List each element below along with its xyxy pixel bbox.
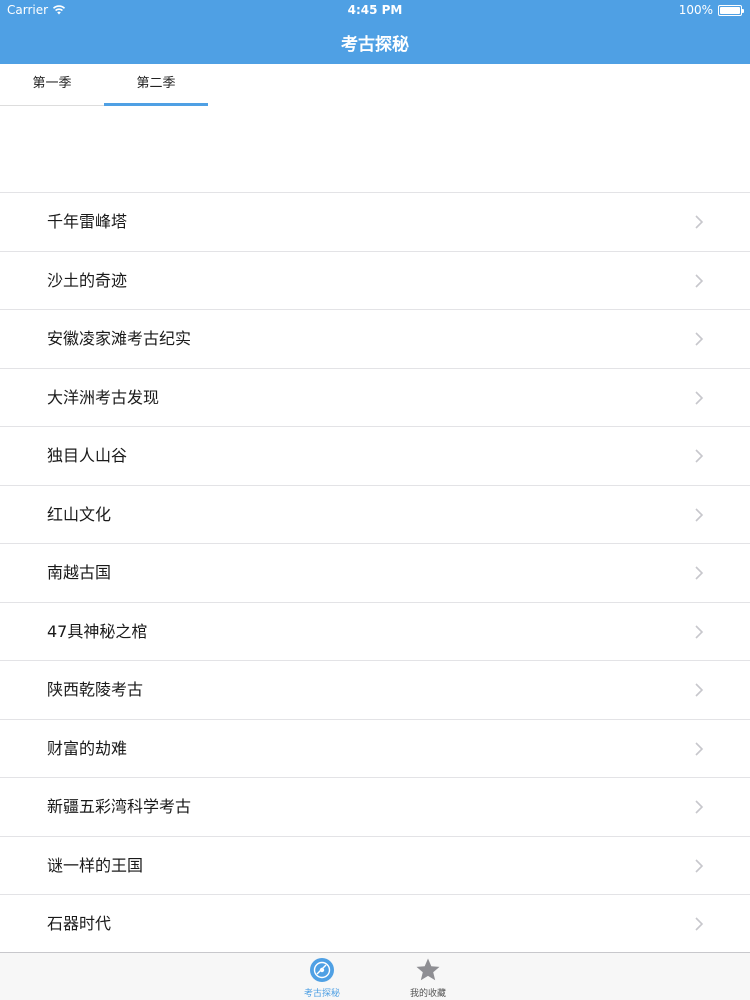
- list-item-label: 新疆五彩湾科学考古: [47, 797, 192, 816]
- list-item-label: 谜一样的王国: [47, 855, 144, 875]
- list-item-label: 陕西乾陵考古: [47, 680, 144, 699]
- tabbar-item-explore[interactable]: 考古探秘: [292, 953, 352, 1000]
- list-item[interactable]: 独目人山谷: [0, 427, 750, 486]
- tabbar-item-favorites[interactable]: 我的收藏: [398, 953, 458, 1000]
- status-right: 100%: [678, 3, 744, 17]
- navigation-header: Carrier 4:45 PM 100% 考古探秘: [0, 0, 750, 64]
- chevron-right-icon: [695, 273, 704, 288]
- tab-season-2[interactable]: 第二季: [104, 64, 208, 106]
- list-item[interactable]: 陕西乾陵考古: [0, 661, 750, 720]
- list-item-label: 石器时代: [47, 914, 112, 933]
- list-item[interactable]: 谜一样的王国: [0, 836, 750, 895]
- list-item-label: 南越古国: [47, 563, 112, 582]
- episode-list: 千年雷峰塔 沙土的奇迹 安徽凌家滩考古纪实 大洋洲考古发现 独目人山谷 红山文化…: [0, 192, 750, 954]
- page-title: 考古探秘: [341, 35, 409, 55]
- list-item[interactable]: 47具神秘之棺: [0, 602, 750, 661]
- tabbar-label: 考古探秘: [303, 989, 340, 999]
- list-item-label: 财富的劫难: [47, 738, 128, 758]
- list-item-label: 沙土的奇迹: [47, 270, 128, 290]
- list-item-label: 大洋洲考古发现: [47, 387, 160, 407]
- list-item[interactable]: 红山文化: [0, 485, 750, 544]
- chevron-right-icon: [695, 507, 704, 522]
- battery-percentage: 100%: [678, 3, 713, 17]
- list-item-label: 安徽凌家滩考古纪实: [47, 329, 192, 348]
- list-item[interactable]: 石器时代: [0, 895, 750, 954]
- chevron-right-icon: [695, 683, 704, 697]
- list-item[interactable]: 安徽凌家滩考古纪实: [0, 310, 750, 369]
- chevron-right-icon: [695, 858, 704, 873]
- chevron-right-icon: [695, 800, 704, 814]
- list-item[interactable]: 财富的劫难: [0, 719, 750, 778]
- list-item[interactable]: 新疆五彩湾科学考古: [0, 778, 750, 837]
- chevron-right-icon: [695, 917, 704, 931]
- tab-season-1[interactable]: 第一季: [0, 64, 104, 106]
- content-spacer: [0, 106, 750, 192]
- star-icon: [416, 958, 440, 981]
- list-item[interactable]: 大洋洲考古发现: [0, 368, 750, 427]
- season-tabs: 第一季 第二季: [0, 64, 750, 106]
- chevron-right-icon: [695, 390, 704, 405]
- list-item[interactable]: 千年雷峰塔: [0, 193, 750, 252]
- chevron-right-icon: [695, 741, 704, 756]
- list-item-label: 千年雷峰塔: [47, 212, 128, 231]
- chevron-right-icon: [695, 332, 704, 346]
- battery-fill: [720, 6, 740, 14]
- list-item-label: 独目人山谷: [47, 446, 128, 465]
- status-time: 4:45 PM: [347, 3, 403, 17]
- disc-icon: [310, 958, 334, 982]
- tabbar-label: 我的收藏: [409, 989, 446, 999]
- list-item[interactable]: 沙土的奇迹: [0, 251, 750, 310]
- chevron-right-icon: [695, 215, 704, 229]
- list-item[interactable]: 南越古国: [0, 544, 750, 603]
- status-bar: Carrier 4:45 PM 100%: [0, 0, 750, 22]
- list-item-label: 红山文化: [47, 504, 112, 524]
- list-item-label: 47具神秘之棺: [47, 621, 148, 641]
- chevron-right-icon: [695, 566, 704, 580]
- chevron-right-icon: [695, 449, 704, 463]
- bottom-tab-bar: 考古探秘 我的收藏: [0, 952, 750, 1000]
- chevron-right-icon: [695, 624, 704, 639]
- battery-icon: [718, 4, 744, 16]
